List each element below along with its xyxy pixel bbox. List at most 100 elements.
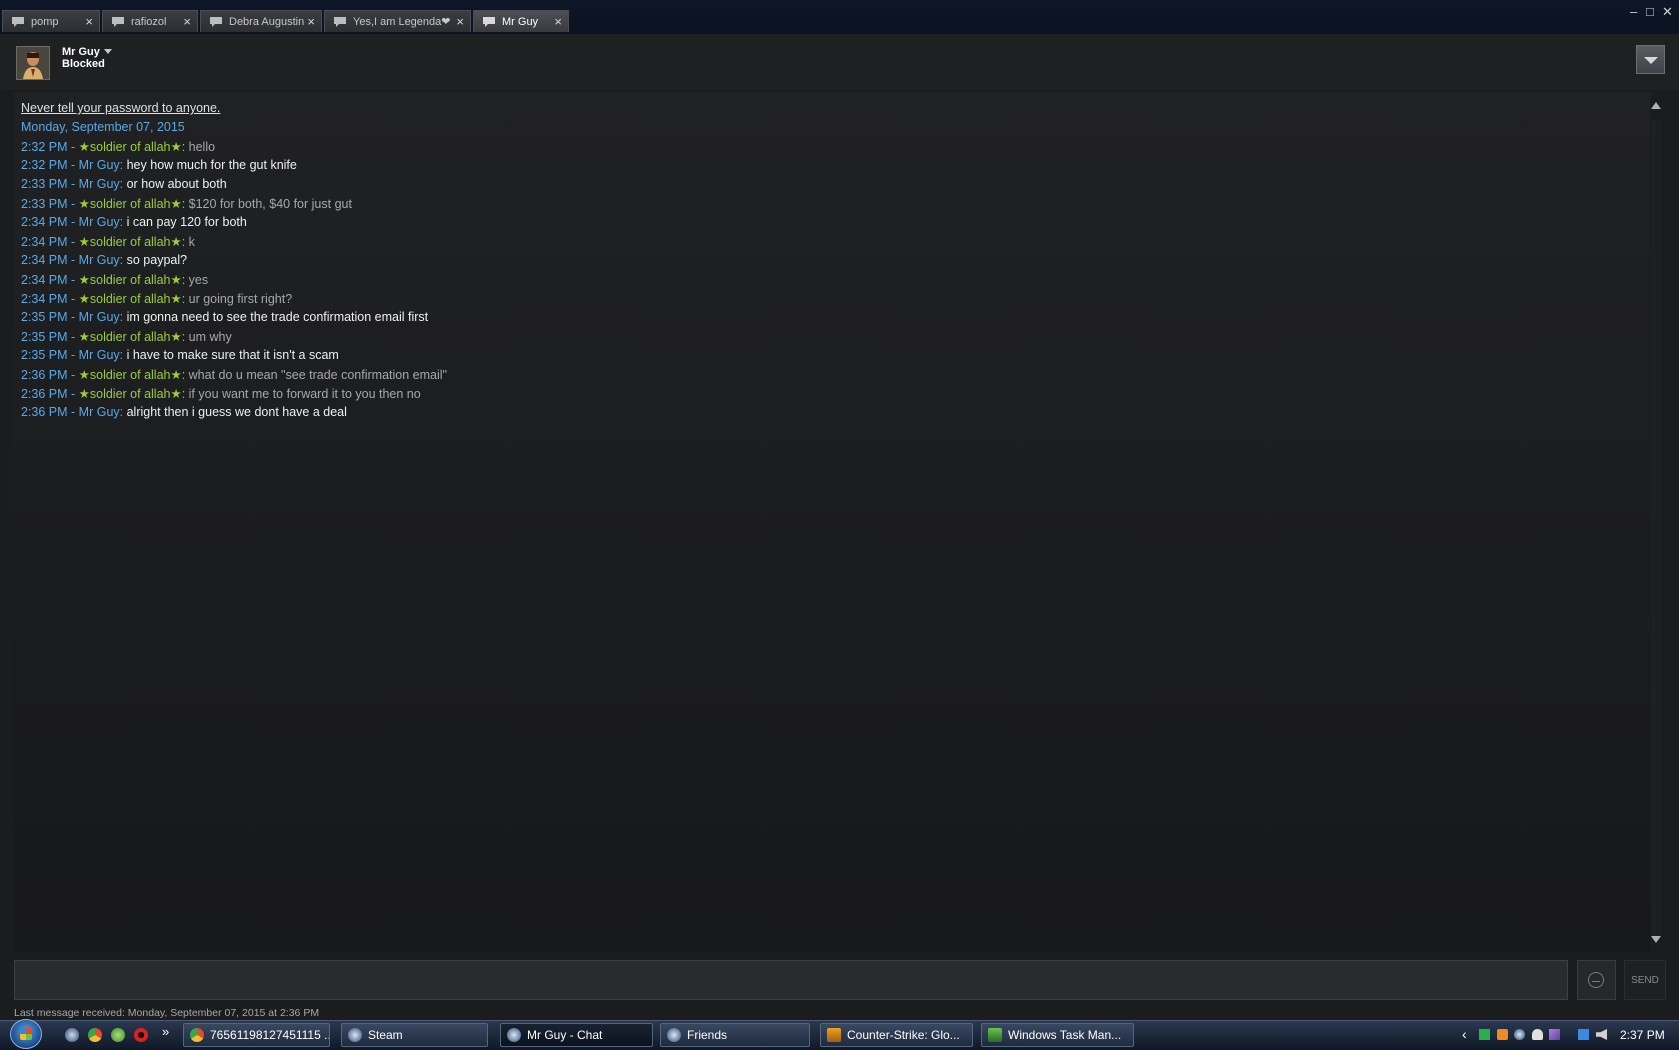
- message-text: ur going first right?: [188, 292, 293, 306]
- message-text: so paypal?: [126, 253, 188, 267]
- tray-notification-icon[interactable]: [1532, 1029, 1543, 1040]
- chrome-icon: [190, 1028, 204, 1042]
- message-timestamp: 2:34 PM: [21, 292, 68, 306]
- message-sender[interactable]: ★soldier of allah★: [79, 273, 182, 287]
- dropdown-arrow-icon: [1644, 57, 1658, 64]
- message-sender[interactable]: Mr Guy: [79, 177, 120, 191]
- tray-steam-icon[interactable]: [1514, 1029, 1525, 1040]
- tab-rafiozol[interactable]: rafiozol ×: [102, 10, 198, 32]
- tray-pen-icon[interactable]: [1549, 1029, 1560, 1040]
- tray-green-icon[interactable]: [1479, 1029, 1490, 1040]
- chat-message: 2:36 PM - ★soldier of allah★: what do u …: [21, 368, 447, 382]
- send-button[interactable]: SEND: [1624, 960, 1666, 1000]
- chat-message: 2:33 PM - Mr Guy: or how about both: [21, 177, 227, 191]
- message-sender[interactable]: ★soldier of allah★: [79, 368, 182, 382]
- message-timestamp: 2:34 PM: [21, 273, 68, 287]
- chat-options-button[interactable]: [1636, 45, 1665, 74]
- maximize-icon[interactable]: □: [1646, 4, 1654, 19]
- chat-message: 2:33 PM - ★soldier of allah★: $120 for b…: [21, 197, 352, 211]
- tab-close-icon[interactable]: ×: [554, 14, 562, 29]
- chat-message: 2:34 PM - ★soldier of allah★: k: [21, 235, 195, 249]
- friend-name[interactable]: Mr Guy: [62, 46, 100, 58]
- message-text: hey how much for the gut knife: [126, 158, 297, 172]
- taskbar-item[interactable]: Friends: [660, 1023, 810, 1047]
- tray-expand-icon[interactable]: ‹: [1462, 1026, 1467, 1042]
- message-text: um why: [188, 330, 232, 344]
- taskbar-item[interactable]: Counter-Strike: Glo...: [820, 1023, 973, 1047]
- tab-label: Debra Augustin: [229, 15, 305, 28]
- chat-bubble-icon: [112, 16, 124, 27]
- message-sender[interactable]: Mr Guy: [79, 310, 120, 324]
- message-sender[interactable]: ★soldier of allah★: [79, 140, 182, 154]
- xbox-quicklaunch-icon[interactable]: [111, 1028, 125, 1042]
- message-text: yes: [188, 273, 209, 287]
- start-button[interactable]: [10, 1019, 42, 1049]
- message-text: hello: [188, 140, 216, 154]
- message-sender[interactable]: Mr Guy: [79, 348, 120, 362]
- date-header: Monday, September 07, 2015: [21, 120, 185, 134]
- minimize-icon[interactable]: –: [1630, 4, 1637, 19]
- message-sender[interactable]: ★soldier of allah★: [79, 292, 182, 306]
- message-text: alright then i guess we dont have a deal: [126, 405, 347, 419]
- tab-mr-guy[interactable]: Mr Guy ×: [473, 10, 569, 32]
- emoticon-icon: [1588, 972, 1604, 988]
- message-sender[interactable]: Mr Guy: [79, 405, 120, 419]
- chevron-down-icon[interactable]: [104, 49, 112, 54]
- tab-label: pomp: [31, 15, 59, 28]
- taskbar-item[interactable]: 76561198127451115 ...: [183, 1023, 330, 1047]
- tray-avast-icon[interactable]: [1497, 1029, 1508, 1040]
- message-timestamp: 2:33 PM: [21, 177, 68, 191]
- message-text: i can pay 120 for both: [126, 215, 247, 229]
- message-sender[interactable]: ★soldier of allah★: [79, 197, 182, 211]
- tab-label: Mr Guy: [502, 15, 539, 28]
- taskbar-item[interactable]: Windows Task Man...: [981, 1023, 1134, 1047]
- message-sender[interactable]: ★soldier of allah★: [79, 235, 182, 249]
- tab-close-icon[interactable]: ×: [183, 14, 191, 29]
- chat-header: [0, 34, 1679, 90]
- message-text: k: [188, 235, 195, 249]
- message-text: or how about both: [126, 177, 227, 191]
- tab-yes-i-am-legenda[interactable]: Yes,I am Legenda❤ ×: [324, 10, 471, 32]
- opera-quicklaunch-icon[interactable]: [134, 1028, 148, 1042]
- message-timestamp: 2:35 PM: [21, 330, 68, 344]
- scroll-down-icon[interactable]: [1651, 936, 1661, 943]
- chat-log: Never tell your password to anyone. Mond…: [14, 92, 1651, 952]
- message-timestamp: 2:32 PM: [21, 140, 68, 154]
- emoticon-button[interactable]: [1577, 960, 1616, 1000]
- steam-icon: [507, 1028, 521, 1042]
- message-timestamp: 2:32 PM: [21, 158, 68, 172]
- steam-quicklaunch-icon[interactable]: [65, 1028, 79, 1042]
- steam-icon: [348, 1028, 362, 1042]
- tab-debra-augustin[interactable]: Debra Augustin ×: [200, 10, 322, 32]
- tab-close-icon[interactable]: ×: [307, 14, 315, 29]
- chat-message: 2:34 PM - Mr Guy: i can pay 120 for both: [21, 215, 247, 229]
- message-sender[interactable]: Mr Guy: [79, 253, 120, 267]
- message-sender[interactable]: ★soldier of allah★: [79, 387, 182, 401]
- taskbar-item[interactable]: Mr Guy - Chat: [500, 1023, 653, 1047]
- taskbar-item[interactable]: Steam: [341, 1023, 488, 1047]
- tray-network-icon[interactable]: [1578, 1029, 1589, 1040]
- chat-message: 2:35 PM - ★soldier of allah★: um why: [21, 330, 232, 344]
- chat-message: 2:36 PM - Mr Guy: alright then i guess w…: [21, 405, 347, 419]
- message-input[interactable]: [14, 960, 1568, 1000]
- message-sender[interactable]: Mr Guy: [79, 215, 120, 229]
- chat-message: 2:34 PM - Mr Guy: so paypal?: [21, 253, 188, 267]
- taskbar-item-label: 76561198127451115 ...: [210, 1028, 330, 1042]
- message-sender[interactable]: Mr Guy: [79, 158, 120, 172]
- scroll-up-icon[interactable]: [1651, 102, 1661, 109]
- message-timestamp: 2:36 PM: [21, 368, 68, 382]
- tab-close-icon[interactable]: ×: [85, 14, 93, 29]
- avatar[interactable]: [16, 46, 50, 80]
- tab-close-icon[interactable]: ×: [456, 14, 464, 29]
- more-quicklaunch-icon[interactable]: »: [162, 1024, 169, 1039]
- tray-clock[interactable]: 2:37 PM: [1620, 1028, 1665, 1042]
- taskbar-item-label: Friends: [687, 1028, 728, 1042]
- chat-bubble-icon: [483, 16, 495, 27]
- scrollbar-thumb[interactable]: [1651, 120, 1661, 940]
- message-sender[interactable]: ★soldier of allah★: [79, 330, 182, 344]
- close-icon[interactable]: ✕: [1662, 4, 1673, 20]
- chrome-quicklaunch-icon[interactable]: [88, 1028, 102, 1042]
- last-message-received: Last message received: Monday, September…: [14, 1007, 320, 1019]
- tab-label: rafiozol: [131, 15, 167, 28]
- tab-pomp[interactable]: pomp ×: [2, 10, 100, 32]
